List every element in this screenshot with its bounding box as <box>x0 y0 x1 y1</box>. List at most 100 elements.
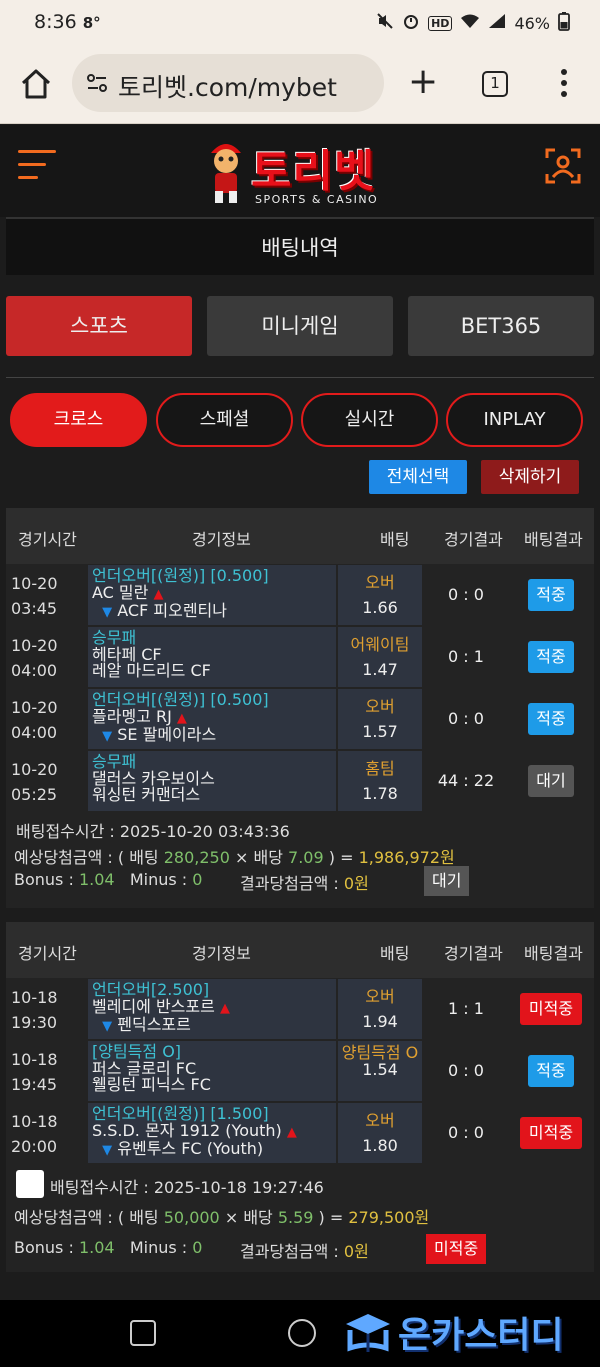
match-info: 언더오버[(원정)] [1.500] S.S.D. 몬자 1912 (Youth… <box>88 1103 336 1163</box>
site-logo[interactable]: 토리벳 SPORTS & CASINO <box>205 133 395 211</box>
match-time: 10-20 03:45 <box>6 565 86 625</box>
header-info: 경기정보 <box>192 530 251 549</box>
browser-toolbar: 토리벳.com/mybet + 1 <box>0 44 600 124</box>
bet-pick: 홈팀 1.78 <box>338 751 422 811</box>
match-score: 0 : 0 <box>424 689 508 749</box>
bonus-line: Bonus : 1.04 Minus : 0 <box>14 870 203 889</box>
watermark: 온카스터디 <box>340 1304 596 1360</box>
tab-minigame[interactable]: 미니게임 <box>207 296 393 356</box>
logo-text: 토리벳 <box>251 146 376 197</box>
table-row: 10-20 05:25 승무패 댈러스 카우보이스 워싱턴 커맨더스 홈팀 1.78… <box>6 751 594 811</box>
match-info: [양팀득점 O] 퍼스 글로리 FC 웰링턴 피닉스 FC <box>88 1041 336 1101</box>
header-score: 경기결과 <box>444 530 503 549</box>
table-row: 10-20 03:45 언더오버[(원정)] [0.500] AC 밀란 ▲ ▼ … <box>6 565 594 625</box>
logo-subtitle: SPORTS & CASINO <box>255 193 379 206</box>
table-row: 10-18 20:00 언더오버[(원정)] [1.500] S.S.D. 몬자 … <box>6 1103 594 1163</box>
down-triangle-icon: ▼ <box>102 605 113 620</box>
up-triangle-icon: ▲ <box>176 710 187 726</box>
bet-pick: 오버 1.66 <box>338 565 422 625</box>
table-header: 경기시간 경기정보 배팅 경기결과 배팅결과 <box>6 508 594 564</box>
alarm-icon <box>402 12 420 34</box>
accept-time: 배팅접수시간 : 2025-10-18 19:27:46 <box>50 1178 324 1197</box>
mascot-icon <box>205 139 247 205</box>
bet-pick: 양팀득점 O 1.54 <box>338 1041 422 1101</box>
status-badge: 미적중 <box>426 1234 487 1264</box>
match-info: 언더오버[(원정)] [0.500] 플라멩고 RJ ▲ ▼ SE 팔메이라스 <box>88 689 336 749</box>
header-bet: 배팅 <box>380 944 410 963</box>
match-score: 0 : 0 <box>424 1041 508 1101</box>
match-score: 0 : 0 <box>424 1103 508 1163</box>
home-icon[interactable] <box>18 66 54 102</box>
subtab-inplay[interactable]: INPLAY <box>446 393 583 447</box>
status-bar: 8:36 8° HD 46% <box>0 0 600 44</box>
table-row: 10-18 19:30 언더오버[2.500] 벨레디에 반스포르 ▲ ▼ 펜딕스… <box>6 979 594 1039</box>
address-bar[interactable]: 토리벳.com/mybet <box>72 54 384 112</box>
header-time: 경기시간 <box>18 530 77 549</box>
match-time: 10-18 19:45 <box>6 1041 86 1101</box>
page-title: 배팅내역 <box>261 236 339 260</box>
new-tab-icon[interactable]: + <box>408 64 438 100</box>
match-time: 10-20 04:00 <box>6 627 86 687</box>
header-score: 경기결과 <box>444 944 503 963</box>
subtab-cross[interactable]: 크로스 <box>10 393 147 447</box>
bet-pick: 어웨이팀 1.47 <box>338 627 422 687</box>
bet-card: 경기시간 경기정보 배팅 경기결과 배팅결과 10-18 19:30 언더오버[2… <box>6 922 594 1272</box>
down-triangle-icon: ▼ <box>102 729 113 744</box>
bet-select-checkbox[interactable] <box>16 1170 44 1198</box>
match-info: 승무패 댈러스 카우보이스 워싱턴 커맨더스 <box>88 751 336 811</box>
delete-button[interactable]: 삭제하기 <box>481 460 579 494</box>
expected-payout: 예상당첨금액 : ( 배팅 280,250 × 배당 7.09 ) = 1,98… <box>14 848 455 867</box>
match-info: 언더오버[(원정)] [0.500] AC 밀란 ▲ ▼ ACF 피오렌티나 <box>88 565 336 625</box>
status-badge: 적중 <box>528 703 574 735</box>
tab-bet365[interactable]: BET365 <box>408 296 594 356</box>
bet-summary: 배팅접수시간 : 2025-10-18 19:27:46 예상당첨금액 : ( … <box>6 1166 594 1266</box>
header-bet: 배팅 <box>380 530 410 549</box>
status-badge: 적중 <box>528 579 574 611</box>
tab-switcher-button[interactable]: 1 <box>482 71 508 97</box>
tab-sports[interactable]: 스포츠 <box>6 296 192 356</box>
select-all-button[interactable]: 전체선택 <box>369 460 467 494</box>
up-triangle-icon: ▲ <box>286 1124 297 1140</box>
status-badge: 적중 <box>528 641 574 673</box>
down-triangle-icon: ▼ <box>102 1143 113 1158</box>
status-badge: 적중 <box>528 1055 574 1087</box>
header-info: 경기정보 <box>192 944 251 963</box>
match-time: 10-20 05:25 <box>6 751 86 811</box>
bet-pick: 오버 1.94 <box>338 979 422 1039</box>
bet-pick: 오버 1.57 <box>338 689 422 749</box>
signal-icon <box>488 13 506 33</box>
table-row: 10-20 04:00 언더오버[(원정)] [0.500] 플라멩고 RJ ▲ … <box>6 689 594 749</box>
bet-summary: 배팅접수시간 : 2025-10-20 03:43:36 예상당첨금액 : ( … <box>6 814 594 908</box>
status-badge: 미적중 <box>520 1117 582 1149</box>
match-time: 10-18 19:30 <box>6 979 86 1039</box>
match-info: 언더오버[2.500] 벨레디에 반스포르 ▲ ▼ 펜딕스포르 <box>88 979 336 1039</box>
table-header: 경기시간 경기정보 배팅 경기결과 배팅결과 <box>6 922 594 978</box>
recent-apps-icon[interactable] <box>130 1320 156 1346</box>
more-menu-icon[interactable] <box>556 69 572 99</box>
match-score: 1 : 1 <box>424 979 508 1039</box>
subtab-special[interactable]: 스페셜 <box>156 393 293 447</box>
subtab-live[interactable]: 실시간 <box>301 393 438 447</box>
header-result: 배팅결과 <box>524 944 583 963</box>
match-score: 0 : 0 <box>424 565 508 625</box>
match-score: 44 : 22 <box>424 751 508 811</box>
match-score: 0 : 1 <box>424 627 508 687</box>
site-settings-icon[interactable] <box>86 72 108 94</box>
url-text: 토리벳.com/mybet <box>118 73 337 102</box>
table-row: 10-18 19:45 [양팀득점 O] 퍼스 글로리 FC 웰링턴 피닉스 FC… <box>6 1041 594 1101</box>
bet-card: 경기시간 경기정보 배팅 경기결과 배팅결과 10-20 03:45 언더오버[(… <box>6 508 594 908</box>
hamburger-menu-icon[interactable] <box>18 150 56 184</box>
status-badge: 미적중 <box>520 993 582 1025</box>
up-triangle-icon: ▲ <box>153 586 164 602</box>
book-icon <box>342 1308 394 1360</box>
user-profile-icon[interactable] <box>544 147 582 185</box>
mute-icon <box>376 12 394 34</box>
down-triangle-icon: ▼ <box>102 1019 113 1034</box>
hd-icon: HD <box>428 15 453 31</box>
home-nav-icon[interactable] <box>288 1319 316 1347</box>
bonus-line: Bonus : 1.04 Minus : 0 <box>14 1238 203 1257</box>
battery-icon <box>558 11 570 35</box>
wifi-icon <box>460 13 480 33</box>
expected-payout: 예상당첨금액 : ( 배팅 50,000 × 배당 5.59 ) = 279,5… <box>14 1208 430 1227</box>
divider <box>6 377 594 378</box>
